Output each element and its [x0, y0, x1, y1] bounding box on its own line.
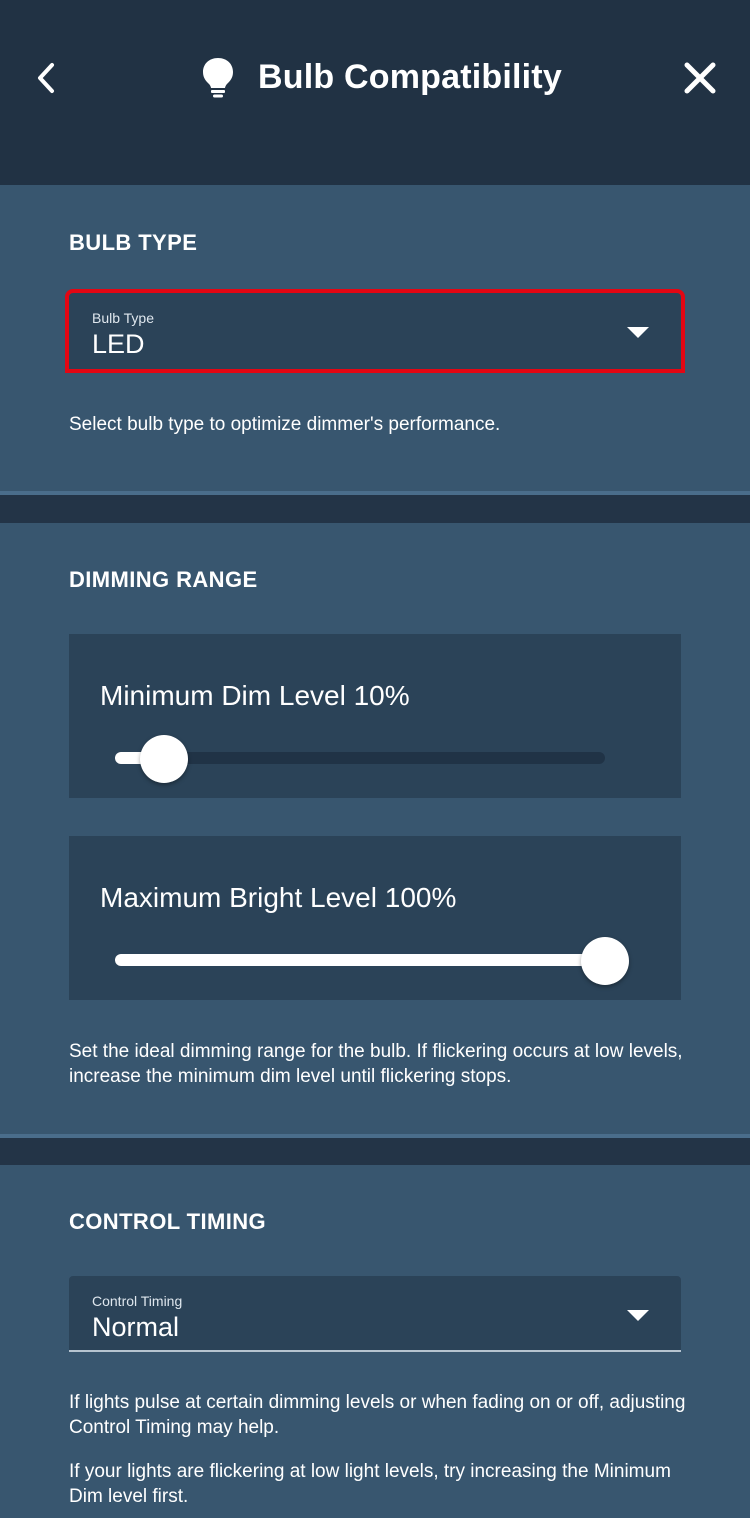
bulb-type-section: BULB TYPE Bulb Type LED Select bulb type…	[0, 185, 750, 493]
control-timing-helper-text-2: If your lights are flickering at low lig…	[69, 1461, 671, 1507]
dimming-range-helper-text: Set the ideal dimming range for the bulb…	[69, 1041, 683, 1087]
bulb-type-select-value: LED	[92, 329, 145, 359]
min-dim-slider-thumb[interactable]	[140, 735, 188, 783]
back-button[interactable]	[26, 58, 66, 98]
page-title: Bulb Compatibility	[258, 57, 562, 96]
max-bright-card: Maximum Bright Level 100%	[69, 836, 681, 1000]
dimming-range-section: DIMMING RANGE Minimum Dim Level 10% Maxi…	[0, 523, 750, 1135]
min-dim-level-label: Minimum Dim Level 10%	[100, 680, 410, 711]
bulb-type-select[interactable]: Bulb Type LED	[65, 289, 685, 373]
control-timing-select[interactable]: Control Timing Normal	[69, 1276, 681, 1352]
min-dim-slider-track[interactable]	[115, 752, 605, 764]
section-title-dimming-range: DIMMING RANGE	[69, 567, 258, 592]
control-timing-helper-text-1: If lights pulse at certain dimming level…	[69, 1392, 686, 1438]
control-timing-select-label: Control Timing	[92, 1293, 183, 1309]
max-bright-level-label: Maximum Bright Level 100%	[100, 882, 457, 913]
min-dim-card: Minimum Dim Level 10%	[69, 634, 681, 798]
lightbulb-icon	[203, 58, 233, 98]
control-timing-section: CONTROL TIMING Control Timing Normal If …	[0, 1165, 750, 1518]
app-header: Bulb Compatibility	[0, 0, 750, 185]
dropdown-arrow-icon	[627, 1310, 649, 1321]
max-bright-slider-thumb[interactable]	[581, 937, 629, 985]
close-icon	[684, 62, 716, 94]
header-title-group: Bulb Compatibility	[200, 54, 562, 100]
bulb-type-helper-text: Select bulb type to optimize dimmer's pe…	[69, 414, 501, 435]
control-timing-select-value: Normal	[92, 1312, 180, 1342]
dropdown-arrow-icon	[627, 327, 649, 338]
chevron-left-icon	[38, 63, 54, 93]
max-bright-slider-fill	[115, 954, 605, 966]
max-bright-slider-track[interactable]	[115, 954, 605, 966]
section-divider	[0, 491, 750, 495]
bulb-type-select-label: Bulb Type	[92, 310, 155, 326]
section-title-control-timing: CONTROL TIMING	[69, 1209, 267, 1234]
section-divider	[0, 1134, 750, 1138]
close-button[interactable]	[678, 56, 722, 100]
section-title-bulb-type: BULB TYPE	[69, 230, 198, 255]
